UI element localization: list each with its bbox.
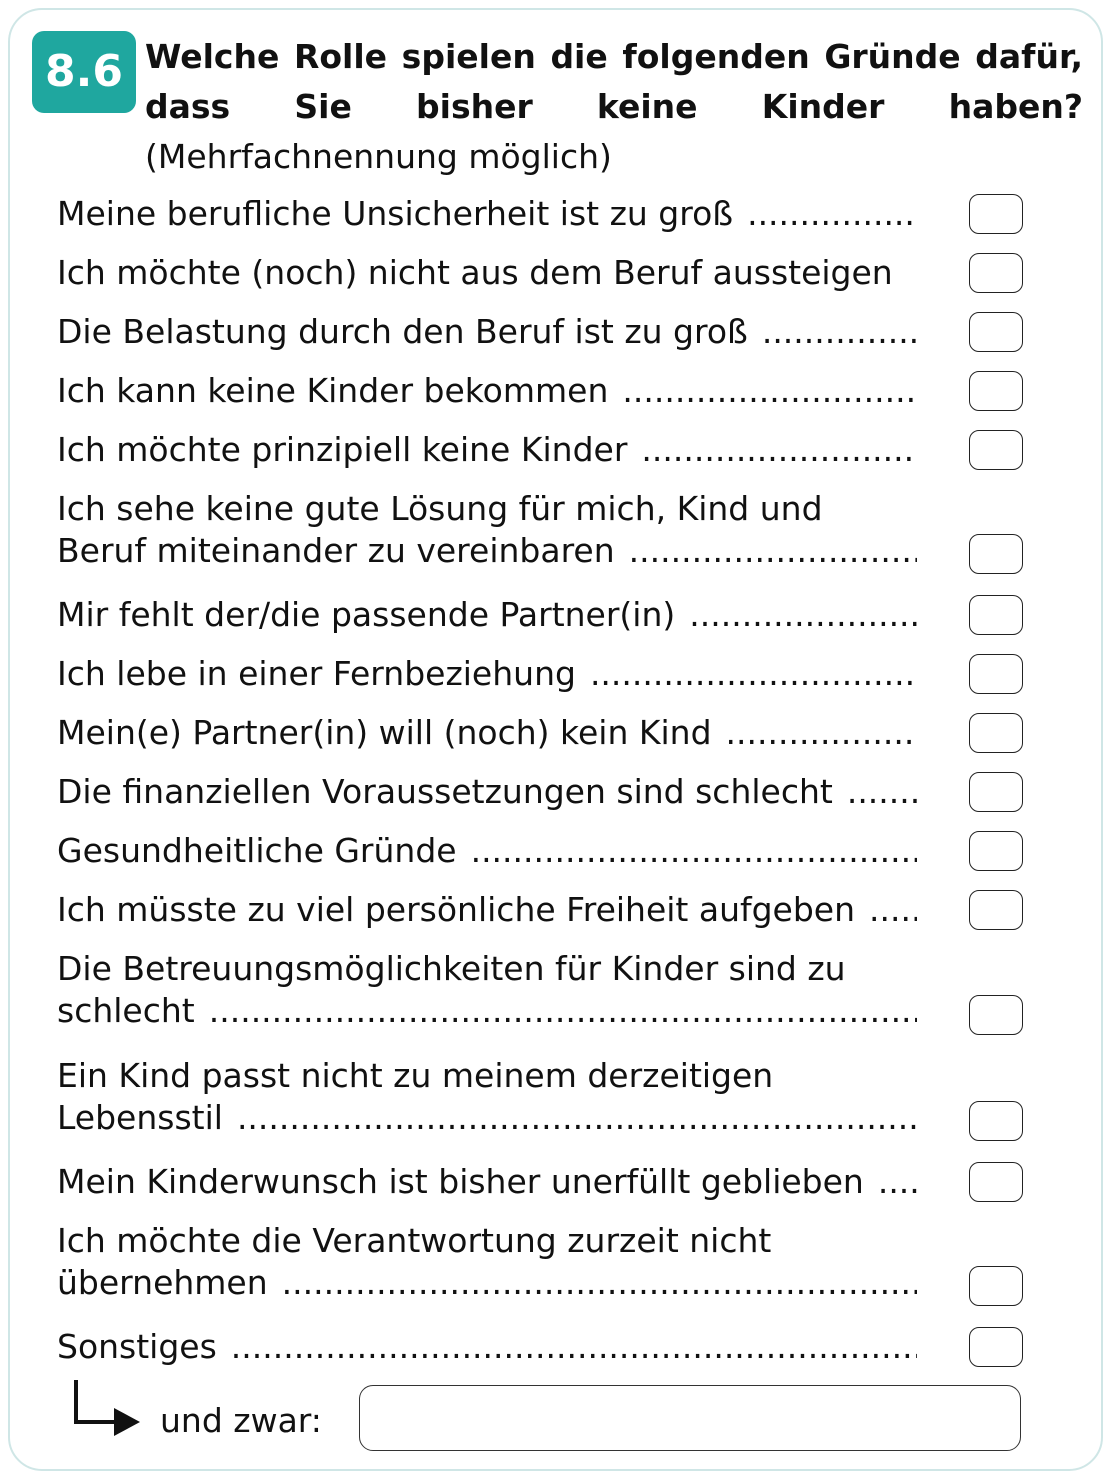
option-item: Ich kann keine Kinder bekommen..........… xyxy=(57,370,917,412)
option-checkbox[interactable] xyxy=(969,831,1023,871)
option-checkbox[interactable] xyxy=(969,253,1023,293)
dot-leader: ........................................… xyxy=(689,595,917,634)
option-item: Die Betreuungsmöglichkeiten für Kinder s… xyxy=(57,948,917,1032)
option-item: Ein Kind passt nicht zu meinem derzeitig… xyxy=(57,1055,917,1139)
option-label: Die finanziellen Voraussetzungen sind sc… xyxy=(57,772,833,811)
option-checkbox[interactable] xyxy=(969,1101,1023,1141)
other-specify-label: und zwar: xyxy=(160,1401,322,1440)
option-label: Die Betreuungsmöglichkeiten für Kinder s… xyxy=(57,949,846,988)
option-label: Ich möchte prinzipiell keine Kinder xyxy=(57,430,628,469)
option-label: Ich lebe in einer Fernbeziehung xyxy=(57,654,576,693)
dot-leader: ........................................… xyxy=(470,831,917,870)
option-checkbox[interactable] xyxy=(969,194,1023,234)
dot-leader: ........................................… xyxy=(761,312,917,351)
option-item: Ich lebe in einer Fernbeziehung.........… xyxy=(57,653,917,695)
option-item: Die finanziellen Voraussetzungen sind sc… xyxy=(57,771,917,813)
option-label: Ich möchte die Verantwortung zurzeit nic… xyxy=(57,1221,772,1260)
dot-leader: ........................................… xyxy=(877,1162,917,1201)
option-label: Die Belastung durch den Beruf ist zu gro… xyxy=(57,312,748,351)
option-label: Gesundheitliche Gründe xyxy=(57,831,457,870)
option-label: Mir fehlt der/die passende Partner(in) xyxy=(57,595,676,634)
dot-leader: ........................................… xyxy=(628,531,917,570)
question-text: Welche Rolle spielen die folgenden Gründ… xyxy=(145,32,1083,182)
option-checkbox[interactable] xyxy=(969,995,1023,1035)
option-item: Ich müsste zu viel persönliche Freiheit … xyxy=(57,889,917,931)
option-label: Meine berufliche Unsicherheit ist zu gro… xyxy=(57,194,734,233)
option-label: Ich müsste zu viel persönliche Freiheit … xyxy=(57,890,856,929)
other-specify-input[interactable] xyxy=(359,1385,1021,1451)
option-checkbox[interactable] xyxy=(969,713,1023,753)
option-checkbox[interactable] xyxy=(969,654,1023,694)
option-label: Lebensstil xyxy=(57,1098,223,1137)
option-label: schlecht xyxy=(57,991,195,1030)
option-label: Beruf miteinander zu vereinbaren xyxy=(57,531,615,570)
option-checkbox[interactable] xyxy=(969,312,1023,352)
dot-leader: ........................................… xyxy=(230,1327,917,1366)
dot-leader: ........................................… xyxy=(589,654,917,693)
option-item: Sonstiges...............................… xyxy=(57,1326,917,1368)
option-checkbox[interactable] xyxy=(969,890,1023,930)
option-checkbox[interactable] xyxy=(969,430,1023,470)
question-number-badge: 8.6 xyxy=(32,31,136,113)
option-label: Mein Kinderwunsch ist bisher unerfüllt g… xyxy=(57,1162,864,1201)
option-label: übernehmen xyxy=(57,1263,268,1302)
option-item: Gesundheitliche Gründe..................… xyxy=(57,830,917,872)
option-label: Sonstiges xyxy=(57,1327,217,1366)
option-item: Die Belastung durch den Beruf ist zu gro… xyxy=(57,311,917,353)
option-label: Ich kann keine Kinder bekommen xyxy=(57,371,609,410)
option-checkbox[interactable] xyxy=(969,534,1023,574)
option-checkbox[interactable] xyxy=(969,1162,1023,1202)
option-label: Ich sehe keine gute Lösung für mich, Kin… xyxy=(57,489,823,528)
dot-leader: ........................................… xyxy=(747,194,917,233)
option-checkbox[interactable] xyxy=(969,371,1023,411)
option-item: Mein(e) Partner(in) will (noch) kein Kin… xyxy=(57,712,917,754)
option-checkbox[interactable] xyxy=(969,1327,1023,1367)
option-item: Ich möchte prinzipiell keine Kinder.....… xyxy=(57,429,917,471)
option-label: Mein(e) Partner(in) will (noch) kein Kin… xyxy=(57,713,712,752)
dot-leader: ........................................… xyxy=(641,430,917,469)
dot-leader: ........................................… xyxy=(869,890,917,929)
option-checkbox[interactable] xyxy=(969,772,1023,812)
dot-leader: ........................................… xyxy=(236,1098,917,1137)
dot-leader: ........................................… xyxy=(281,1263,917,1302)
option-item: Mir fehlt der/die passende Partner(in)..… xyxy=(57,594,917,636)
option-item: Meine berufliche Unsicherheit ist zu gro… xyxy=(57,193,917,235)
dot-leader: ........................................… xyxy=(622,371,917,410)
dot-leader: ........................................… xyxy=(725,713,917,752)
option-item: Mein Kinderwunsch ist bisher unerfüllt g… xyxy=(57,1161,917,1203)
option-item: Ich möchte (noch) nicht aus dem Beruf au… xyxy=(57,252,917,294)
option-item: Ich möchte die Verantwortung zurzeit nic… xyxy=(57,1220,917,1304)
option-label: Ich möchte (noch) nicht aus dem Beruf au… xyxy=(57,253,893,292)
arrow-down-right-icon xyxy=(74,1380,140,1436)
dot-leader: ........................................… xyxy=(208,991,917,1030)
dot-leader: ........................................… xyxy=(846,772,917,811)
question-note: (Mehrfachnennung möglich) xyxy=(145,137,612,176)
option-checkbox[interactable] xyxy=(969,1266,1023,1306)
option-item: Ich sehe keine gute Lösung für mich, Kin… xyxy=(57,488,917,572)
option-checkbox[interactable] xyxy=(969,595,1023,635)
option-label: Ein Kind passt nicht zu meinem derzeitig… xyxy=(57,1056,774,1095)
question-title: Welche Rolle spielen die folgenden Gründ… xyxy=(145,37,1083,126)
